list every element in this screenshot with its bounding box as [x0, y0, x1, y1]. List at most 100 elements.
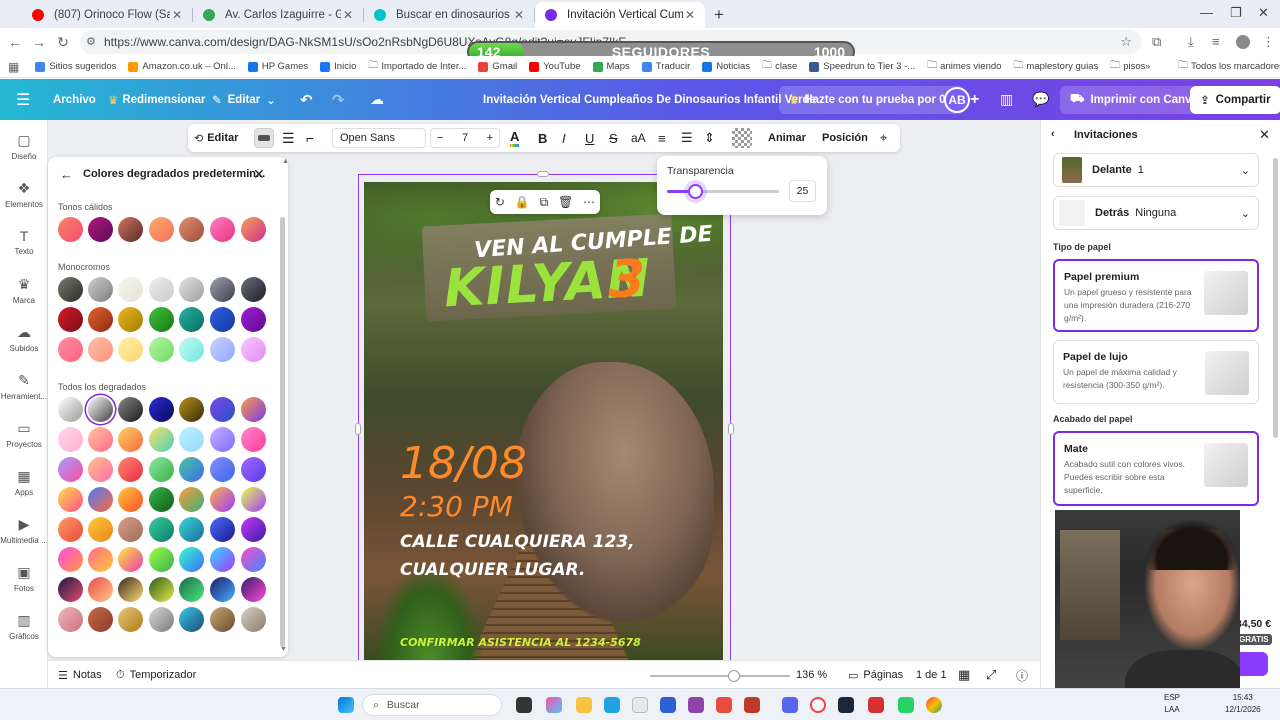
transparency-slider-knob[interactable] — [688, 184, 703, 199]
gradient-swatch[interactable] — [241, 517, 266, 542]
gradient-swatch[interactable] — [88, 427, 113, 452]
gradient-swatch[interactable] — [88, 457, 113, 482]
gradient-swatch[interactable] — [58, 427, 83, 452]
gradient-swatch[interactable] — [179, 487, 204, 512]
paper-option-luxury[interactable]: Papel de lujo Un papel de máxima calidad… — [1053, 340, 1259, 404]
help-icon[interactable]: ⓘ — [1016, 661, 1028, 689]
panel-scrollbar[interactable] — [280, 217, 285, 647]
site-info-icon[interactable]: ⚙ — [86, 35, 96, 48]
lock-icon[interactable]: 🔒 — [515, 195, 530, 209]
increase-size-icon[interactable]: + — [487, 132, 493, 144]
taskbar-search[interactable]: ⌕ Buscar — [362, 694, 502, 716]
gradient-swatch[interactable] — [210, 517, 235, 542]
spacing-icon[interactable]: ⇕ — [704, 124, 715, 152]
zoom-value[interactable]: 136 % — [796, 661, 827, 689]
gradient-swatch[interactable] — [241, 307, 266, 332]
analytics-icon[interactable]: ▥ — [1000, 79, 1013, 120]
gradient-swatch[interactable] — [88, 337, 113, 362]
print-button[interactable]: ⛟ Imprimir con Canva — [1060, 85, 1208, 114]
sidebar-item-texto[interactable]: T Texto — [0, 228, 48, 256]
document-title[interactable]: Invitación Vertical Cumpleaños De Dinosa… — [483, 79, 816, 120]
whatsapp-icon[interactable] — [898, 697, 914, 713]
gradient-swatch[interactable] — [210, 487, 235, 512]
comment-icon[interactable]: 💬 — [1032, 79, 1049, 120]
front-select[interactable]: Delante 1 ⌄ — [1053, 153, 1259, 187]
browser-tab[interactable]: Buscar en dinosaurios - Canva✕ — [364, 2, 534, 28]
italic-icon[interactable]: I — [562, 124, 566, 152]
paper-option-premium[interactable]: Papel premium Un papel grueso y resisten… — [1053, 259, 1259, 332]
gradient-swatch[interactable] — [149, 607, 174, 632]
gradient-swatch[interactable] — [210, 577, 235, 602]
gradient-swatch[interactable] — [118, 277, 143, 302]
undo-icon[interactable]: ↶ — [300, 79, 313, 120]
close-icon[interactable]: ✕ — [1259, 127, 1270, 143]
more-bookmarks-icon[interactable]: » — [1145, 61, 1150, 72]
transparency-value-input[interactable]: 25 — [789, 180, 816, 202]
bold-icon[interactable]: B — [538, 124, 547, 152]
gradient-swatch[interactable] — [149, 487, 174, 512]
gradient-swatch[interactable] — [179, 577, 204, 602]
user-avatar[interactable]: AB — [944, 86, 970, 113]
bookmark-item[interactable]: Sitios sugeridos — [35, 61, 116, 72]
task-view-icon[interactable] — [516, 697, 532, 713]
gradient-swatch[interactable] — [118, 457, 143, 482]
gradient-swatch[interactable] — [58, 307, 83, 332]
gradient-swatch[interactable] — [210, 217, 235, 242]
app-icon-dark[interactable] — [868, 697, 884, 713]
edit-text-button[interactable]: ⟲ Editar — [194, 124, 238, 152]
copilot-icon[interactable] — [546, 697, 562, 713]
sidebar-item-diseo[interactable]: ▢ Diseño — [0, 132, 48, 161]
zoom-slider-knob[interactable] — [728, 670, 740, 682]
gradient-swatch[interactable] — [210, 547, 235, 572]
gradient-swatch[interactable] — [179, 607, 204, 632]
gradient-swatch[interactable] — [118, 307, 143, 332]
new-tab-button[interactable]: + — [705, 2, 733, 28]
sidebar-item-multimedia[interactable]: ▶ Multimedia ... — [0, 516, 48, 545]
bookmark-item[interactable]: 🗀 animes viendo — [927, 58, 1001, 75]
gradient-swatch[interactable] — [179, 217, 204, 242]
gradient-swatch[interactable] — [58, 457, 83, 482]
cloud-saved-icon[interactable]: ☁ — [370, 79, 384, 120]
gradient-swatch[interactable] — [118, 547, 143, 572]
sidebar-item-subidos[interactable]: ☁ Subidos — [0, 324, 48, 353]
trash-icon[interactable]: 🗑 — [558, 195, 573, 209]
font-family-select[interactable]: Open Sans — [332, 128, 426, 148]
tab-close-icon[interactable]: ✕ — [170, 8, 184, 22]
gradient-swatch[interactable] — [241, 397, 266, 422]
right-panel-scrollbar[interactable] — [1273, 158, 1278, 438]
pages-button[interactable]: ▭ Páginas — [848, 661, 903, 689]
gradient-swatch[interactable] — [179, 517, 204, 542]
sidebar-item-marca[interactable]: ♛ Marca — [0, 276, 48, 305]
back-icon[interactable]: ← — [2, 34, 28, 50]
list-icon[interactable]: ☰ — [681, 124, 693, 152]
fullscreen-icon[interactable]: ⤢ — [986, 661, 996, 689]
timer-button[interactable]: ⏱ Temporizador — [116, 661, 196, 689]
decrease-size-icon[interactable]: − — [437, 132, 443, 144]
gradient-swatch[interactable] — [149, 217, 174, 242]
gradient-swatch[interactable] — [88, 547, 113, 572]
gradient-swatch[interactable] — [241, 277, 266, 302]
archivo-menu[interactable]: Archivo — [53, 79, 96, 120]
bookmark-item[interactable]: Inicio — [320, 61, 356, 72]
gradient-swatch[interactable] — [179, 337, 204, 362]
gradient-swatch[interactable] — [241, 607, 266, 632]
gradient-swatch[interactable] — [149, 427, 174, 452]
steam-icon[interactable] — [838, 697, 854, 713]
close-icon[interactable]: ✕ — [253, 166, 265, 183]
sidebar-item-elementos[interactable]: ❖ Elementos — [0, 180, 48, 209]
redimensionar-button[interactable]: ♛ Redimensionar — [108, 79, 205, 120]
bookmark-star-icon[interactable]: ☆ — [1120, 34, 1132, 50]
app-icon-purple[interactable] — [688, 697, 704, 713]
gradient-swatch[interactable] — [58, 547, 83, 572]
store-icon[interactable] — [632, 697, 648, 713]
gradient-swatch[interactable] — [149, 517, 174, 542]
case-icon[interactable]: aA — [631, 124, 646, 152]
zoom-slider[interactable] — [650, 670, 790, 682]
tab-close-icon[interactable]: ✕ — [683, 8, 697, 22]
extensions-icon[interactable]: ⧉ — [1152, 34, 1161, 50]
resize-handle-top[interactable] — [537, 171, 549, 177]
bookmark-item[interactable]: Amazon.co.uk – Onl... — [128, 61, 236, 72]
apps-grid-icon[interactable]: ▦ — [8, 60, 19, 74]
bookmark-item[interactable]: 🗀 pisos — [1110, 58, 1145, 75]
gradient-swatch[interactable] — [149, 397, 174, 422]
